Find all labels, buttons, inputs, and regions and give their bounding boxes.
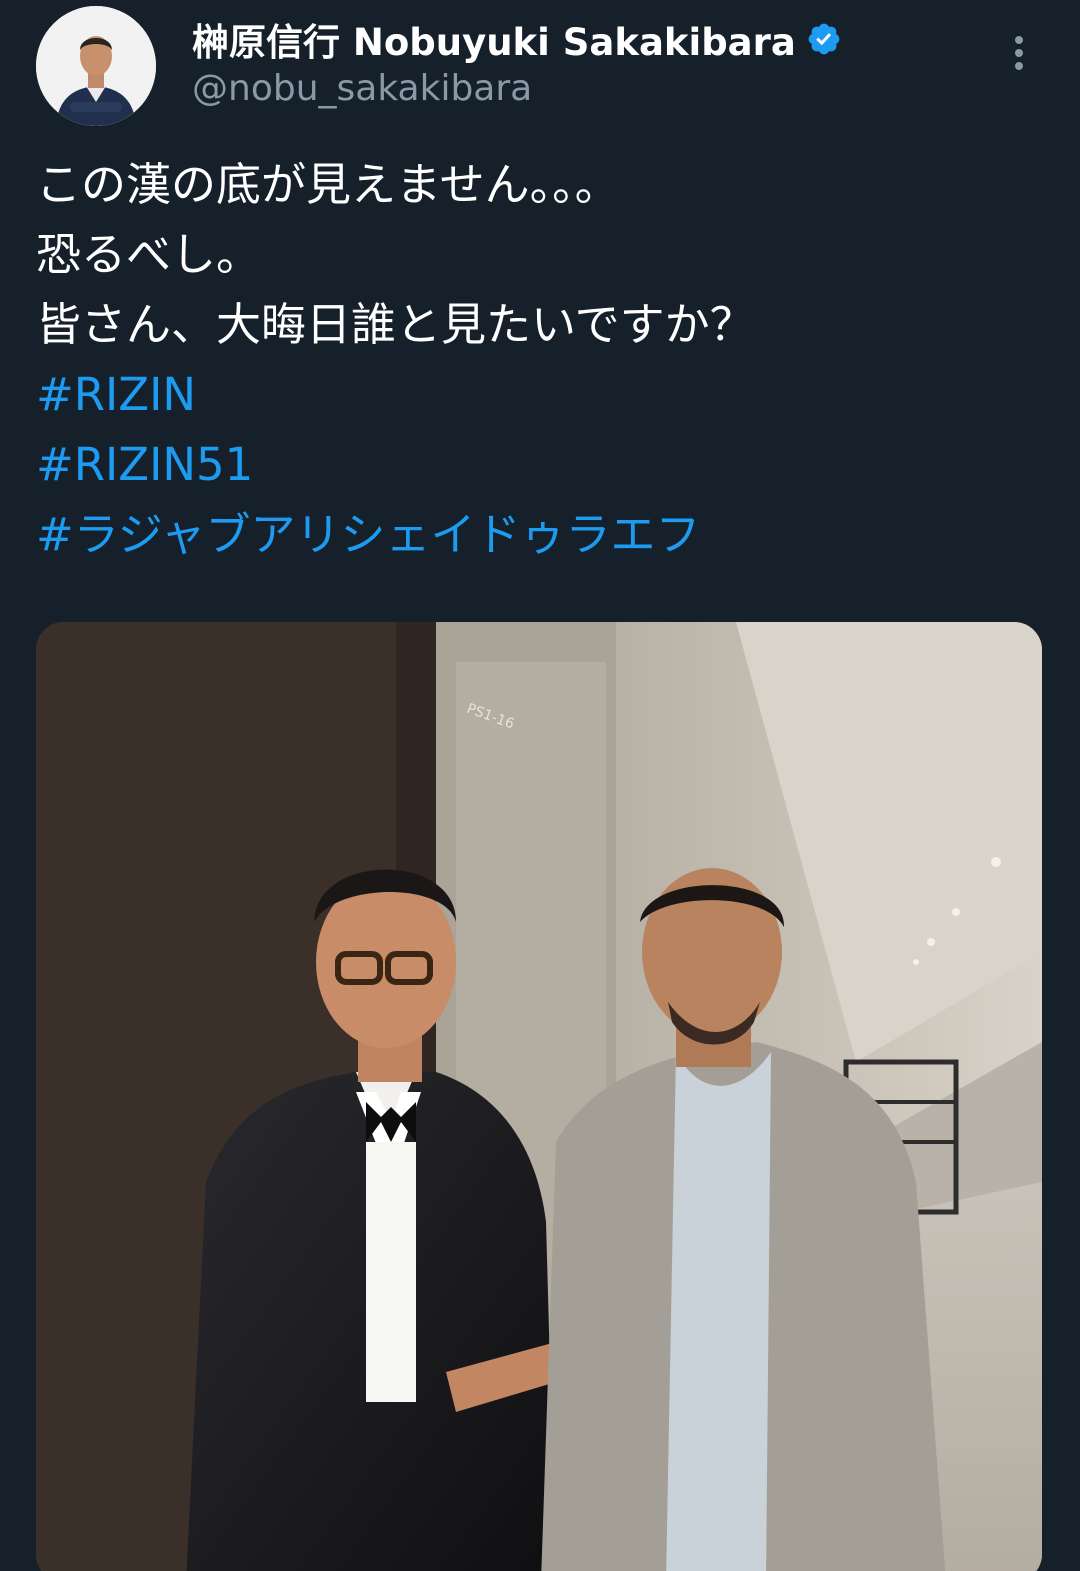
verified-badge-icon (806, 21, 842, 57)
author-avatar[interactable] (36, 6, 156, 126)
tweet-text: この漢の底が見えません。。。 恐るべし。 皆さん、大晦日誰と見たいですか？ #R… (36, 150, 1046, 570)
tweet-photo[interactable]: PS1-16 (36, 622, 1042, 1571)
more-dot (1015, 62, 1023, 70)
more-vertical-icon (1015, 36, 1023, 44)
more-dot (1015, 49, 1023, 57)
tweet-text-line: この漢の底が見えません。。。 (36, 158, 620, 211)
tweet: 榊原信行 Nobuyuki Sakakibara @nobu_sakakibar… (0, 0, 1080, 1571)
hashtag-link[interactable]: #RIZIN (36, 360, 1046, 430)
more-options-button[interactable] (1000, 30, 1038, 76)
hashtag-link[interactable]: #ラジャブアリシェイドゥラエフ (36, 500, 1046, 570)
photo-scene: PS1-16 (36, 622, 1042, 1571)
avatar-image (36, 6, 156, 126)
author-handle[interactable]: @nobu_sakakibara (192, 68, 532, 109)
tweet-text-line: 恐るべし。 (36, 228, 262, 281)
tweet-text-line: 皆さん、大晦日誰と見たいですか？ (36, 298, 755, 351)
author-display-name[interactable]: 榊原信行 Nobuyuki Sakakibara (192, 12, 796, 66)
hashtag-link[interactable]: #RIZIN51 (36, 430, 1046, 500)
author-name-row[interactable]: 榊原信行 Nobuyuki Sakakibara (192, 14, 842, 64)
